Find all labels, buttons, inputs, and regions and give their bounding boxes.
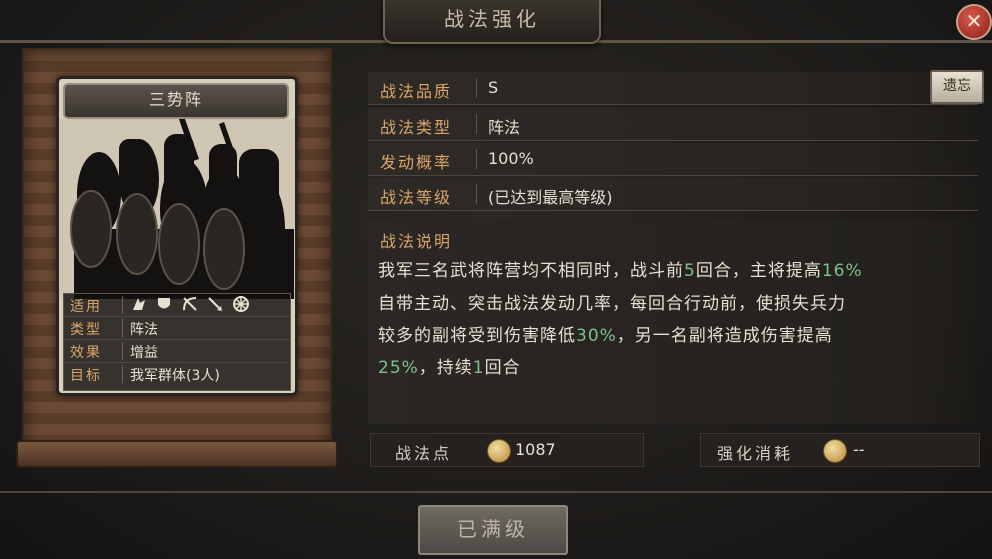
scroll-roller [16, 440, 338, 468]
wheel-icon [232, 296, 249, 312]
card-row-troops: 适用 [64, 294, 290, 317]
soldiers-illustration [59, 119, 295, 299]
level-row: 战法等级 (已达到最高等级) [368, 178, 978, 211]
footer-divider [0, 491, 992, 493]
quality-row: 战法品质 S [368, 72, 978, 105]
card-row-type: 类型 阵法 [64, 317, 290, 340]
description-line: 自带主动、突击战法发动几率，每回合行动前，使损失兵力 [378, 294, 846, 314]
close-icon: ✕ [965, 9, 983, 33]
rate-row: 发动概率 100% [368, 143, 978, 176]
type-row: 战法类型 阵法 [368, 108, 978, 141]
card-info-panel: 适用 类型 阵法 效果 增益 目标 我军群体(3人) [63, 293, 291, 391]
description-title: 战法说明 [380, 232, 453, 251]
card-row-effect: 效果 增益 [64, 340, 290, 363]
description-line: 25%，持续1回合 [378, 358, 521, 378]
description-line: 我军三名武将阵营均不相同时，战斗前5回合，主将提高16% [378, 261, 863, 281]
card-row-target: 目标 我军群体(3人) [64, 363, 290, 385]
description-panel: 战法说明 我军三名武将阵营均不相同时，战斗前5回合，主将提高16% 自带主动、突… [368, 220, 978, 424]
upgrade-cost: 强化消耗 -- [700, 433, 980, 467]
tactic-points: 战法点 1087 [370, 433, 644, 467]
description-line: 较多的副将受到伤害降低30%，另一名副将造成伤害提高 [378, 326, 833, 346]
tactic-name: 三势阵 [63, 83, 289, 119]
bow-icon [182, 297, 197, 311]
shield-icon [158, 298, 171, 309]
max-level-button[interactable]: 已满级 [418, 505, 568, 555]
tactic-card: 三势阵 适用 类型 阵法 效果 增益 目标 我军群体(3人) [56, 76, 298, 396]
close-button[interactable]: ✕ [956, 4, 992, 40]
tactic-point-icon [823, 439, 847, 463]
tactic-point-icon [487, 439, 511, 463]
forget-button[interactable]: 遗忘 [930, 70, 984, 104]
page-title: 战法强化 [383, 0, 601, 44]
cavalry-icon [133, 298, 145, 310]
spear-icon [208, 297, 223, 311]
